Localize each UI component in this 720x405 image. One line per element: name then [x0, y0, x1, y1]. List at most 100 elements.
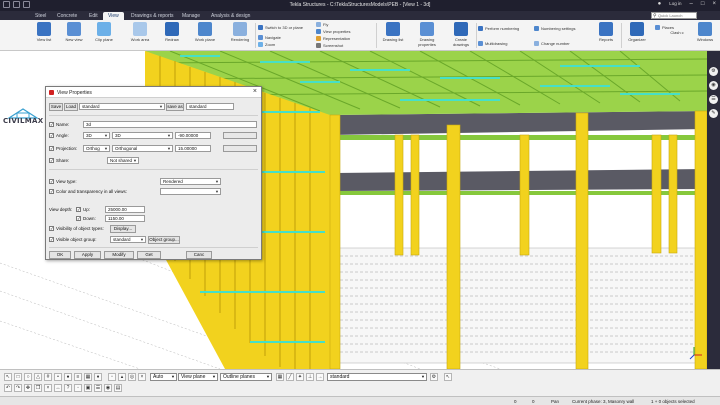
save-as-button[interactable]: save as — [166, 103, 184, 111]
snap-center-icon[interactable]: ◎ — [128, 373, 136, 381]
cancel-button[interactable]: Canc — [186, 251, 212, 259]
current-phase[interactable]: Current phase: 3, Masonry wall — [572, 399, 634, 404]
view-properties-button[interactable]: View properties — [316, 29, 351, 34]
move-icon[interactable]: ✥ — [24, 384, 32, 392]
user-icon[interactable]: ● — [658, 1, 662, 7]
drawing-properties-button[interactable]: Drawing properties — [413, 22, 441, 47]
select-bolts-icon[interactable]: ● — [64, 373, 72, 381]
reports-button[interactable]: Reports — [594, 22, 618, 42]
select-assembly-icon[interactable]: ▦ — [84, 373, 92, 381]
measure-icon[interactable]: ↔ — [54, 384, 62, 392]
properties-panel-icon[interactable]: ⚙ — [709, 67, 718, 76]
color-transparency-select[interactable]: ▼ — [160, 188, 221, 195]
undo-icon[interactable]: ↶ — [4, 384, 12, 392]
ok-button[interactable]: OK — [49, 251, 71, 259]
view-plane-select[interactable]: View plane ▼ — [178, 373, 218, 381]
numbering-settings-button[interactable]: Numbering settings — [534, 26, 575, 31]
name-checkbox[interactable]: ✓ — [49, 122, 54, 127]
snap-end-icon[interactable]: ▫ — [108, 373, 116, 381]
share-checkbox[interactable]: ✓ — [49, 158, 54, 163]
tab-analysis-design[interactable]: Analysis & design — [206, 12, 255, 20]
up-checkbox[interactable]: ✓ — [76, 207, 81, 212]
select-component-icon[interactable]: ♦ — [94, 373, 102, 381]
copy-icon[interactable]: ❐ — [34, 384, 42, 392]
snap-ext-icon[interactable]: → — [316, 373, 324, 381]
name-field[interactable]: 3d — [83, 121, 257, 128]
align-icon[interactable]: ☰ — [94, 384, 102, 392]
select-grids-icon[interactable]: # — [44, 373, 52, 381]
pick-mode-icon[interactable]: ↖ — [444, 373, 452, 381]
snap-mid-icon[interactable]: ▴ — [118, 373, 126, 381]
settings-panel-icon[interactable]: ✎ — [709, 109, 718, 118]
projection-rotation-field[interactable]: 15.00000 — [175, 145, 211, 152]
view-type-select[interactable]: Rendered ▼ — [160, 178, 221, 185]
switch-3d-button[interactable]: Switch to 3D or plane — [258, 25, 303, 30]
load-button[interactable]: Load — [64, 103, 78, 111]
drawing-list-button[interactable]: Drawing list — [380, 22, 406, 42]
close-icon[interactable]: × — [253, 88, 257, 95]
redraw-button[interactable]: Redraw — [160, 22, 184, 42]
maximize-icon[interactable]: □ — [701, 1, 705, 7]
close-window-icon[interactable]: × — [712, 1, 716, 7]
apply-button[interactable]: Apply — [74, 251, 101, 259]
visible-group-checkbox[interactable]: ✓ — [49, 237, 54, 242]
view-list-button[interactable]: View list — [34, 22, 54, 42]
new-view-button[interactable]: New view — [62, 22, 86, 42]
redo-icon[interactable]: ↷ — [14, 384, 22, 392]
visible-group-select[interactable]: standard ▼ — [110, 236, 146, 243]
phase-icon[interactable]: ◉ — [104, 384, 112, 392]
clash-check-button[interactable]: Clash c — [667, 30, 687, 35]
screenshot-button[interactable]: Screenshot — [316, 43, 343, 48]
angle-mode-select[interactable]: 3D ▼ — [83, 132, 110, 139]
visibility-checkbox[interactable]: ✓ — [49, 226, 54, 231]
navigate-button[interactable]: Navigate — [258, 35, 281, 40]
snap-line-icon[interactable]: ╱ — [286, 373, 294, 381]
modify-button[interactable]: Modify — [104, 251, 134, 259]
outline-planes-select[interactable]: Outline planes ▼ — [220, 373, 272, 381]
object-group-button[interactable]: Object group... — [148, 236, 180, 244]
snap-any-icon[interactable]: ✦ — [296, 373, 304, 381]
view-type-checkbox[interactable]: ✓ — [49, 179, 54, 184]
color-transparency-checkbox[interactable]: ✓ — [49, 189, 54, 194]
windows-button[interactable]: Windows — [693, 22, 717, 42]
display-panel-icon[interactable]: ◉ — [709, 81, 718, 90]
representation-button[interactable]: Representation — [316, 36, 350, 41]
select-welds-icon[interactable]: ○ — [24, 373, 32, 381]
down-checkbox[interactable]: ✓ — [76, 216, 81, 221]
angle-rotation-field[interactable]: -90.00000 — [175, 132, 211, 139]
filter-settings-icon[interactable]: ⚙ — [430, 373, 438, 381]
projection-checkbox[interactable]: ✓ — [49, 146, 54, 151]
projection-mode-select[interactable]: Orthog ▼ — [83, 145, 110, 152]
tab-drawings-reports[interactable]: Drawings & reports — [126, 12, 179, 20]
change-number-button[interactable]: Change number — [534, 41, 570, 46]
perform-numbering-button[interactable]: Perform numbering — [478, 26, 519, 31]
snap-intersection-icon[interactable]: × — [138, 373, 146, 381]
selection-filter-select[interactable]: standard ▼ — [327, 373, 427, 381]
tab-concrete[interactable]: Concrete — [52, 12, 82, 20]
select-rebars-icon[interactable]: ≡ — [74, 373, 82, 381]
select-parts-icon[interactable]: □ — [14, 373, 22, 381]
tab-edit[interactable]: Edit — [84, 12, 103, 20]
multidrawing-button[interactable]: Multidrawing — [478, 41, 507, 46]
angle-checkbox[interactable]: ✓ — [49, 133, 54, 138]
clip-icon[interactable]: ◦ — [74, 384, 82, 392]
display-button[interactable]: Display... — [110, 225, 136, 233]
fly-button[interactable]: Fly — [316, 22, 328, 27]
snap-mode-select[interactable]: Auto ▼ — [150, 373, 177, 381]
work-plane-button[interactable]: Work plane — [192, 22, 218, 42]
select-all-icon[interactable]: ↖ — [4, 373, 12, 381]
up-field[interactable]: 25000.00 — [105, 206, 145, 213]
preset-select[interactable]: standard ▼ — [79, 103, 165, 110]
save-as-field[interactable]: standard — [186, 103, 234, 110]
clip-plane-button[interactable]: Clip plane — [93, 22, 115, 42]
rendering-button[interactable]: Rendering — [227, 22, 253, 42]
catalog-panel-icon[interactable]: ☰ — [709, 95, 718, 104]
organizer-button[interactable]: Organizer — [624, 22, 650, 42]
snap-perp-icon[interactable]: ⊥ — [306, 373, 314, 381]
tab-view[interactable]: View — [103, 12, 124, 20]
tab-manage[interactable]: Manage — [177, 12, 205, 20]
share-select[interactable]: Not shared ▼ — [107, 157, 139, 164]
tab-file[interactable]: Steel — [30, 12, 51, 20]
inquire-icon[interactable]: ? — [64, 384, 72, 392]
save-button[interactable]: Save — [49, 103, 63, 111]
